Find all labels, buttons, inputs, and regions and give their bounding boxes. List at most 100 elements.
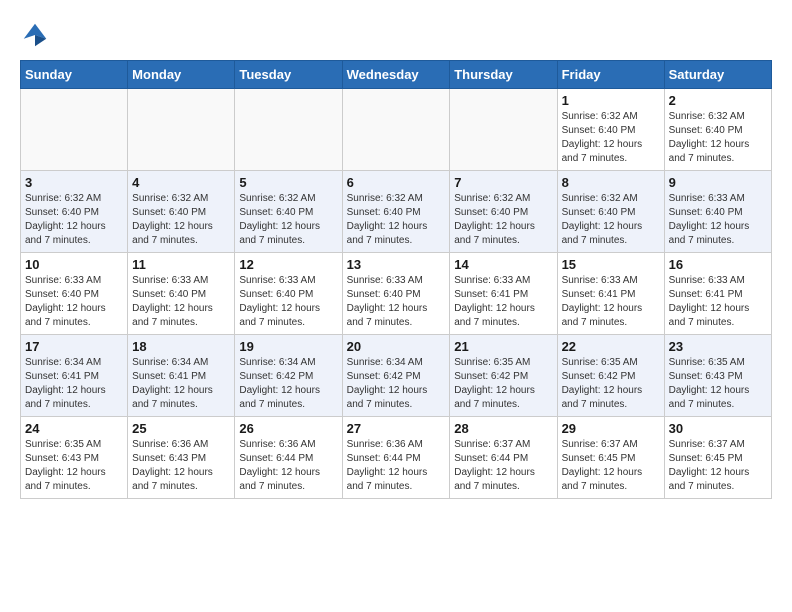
day-number: 13 [347, 257, 446, 272]
day-info: Sunrise: 6:32 AM Sunset: 6:40 PM Dayligh… [132, 192, 230, 248]
weekday-header-friday: Friday [557, 61, 664, 89]
day-info: Sunrise: 6:32 AM Sunset: 6:40 PM Dayligh… [562, 192, 660, 248]
calendar-cell [450, 89, 557, 171]
calendar-cell: 29 Sunrise: 6:37 AM Sunset: 6:45 PM Dayli… [557, 417, 664, 499]
day-number: 1 [562, 93, 660, 108]
day-info: Sunrise: 6:35 AM Sunset: 6:42 PM Dayligh… [454, 356, 552, 412]
day-number: 23 [669, 339, 767, 354]
day-info: Sunrise: 6:35 AM Sunset: 6:43 PM Dayligh… [669, 356, 767, 412]
calendar-cell: 10 Sunrise: 6:33 AM Sunset: 6:40 PM Dayli… [21, 253, 128, 335]
day-number: 10 [25, 257, 123, 272]
day-number: 16 [669, 257, 767, 272]
calendar-cell: 22 Sunrise: 6:35 AM Sunset: 6:42 PM Dayli… [557, 335, 664, 417]
calendar-cell: 11 Sunrise: 6:33 AM Sunset: 6:40 PM Dayli… [128, 253, 235, 335]
day-info: Sunrise: 6:32 AM Sunset: 6:40 PM Dayligh… [562, 110, 660, 166]
weekday-header-saturday: Saturday [664, 61, 771, 89]
day-info: Sunrise: 6:37 AM Sunset: 6:44 PM Dayligh… [454, 438, 552, 494]
calendar-table: SundayMondayTuesdayWednesdayThursdayFrid… [20, 60, 772, 499]
day-number: 14 [454, 257, 552, 272]
calendar-cell: 13Sunrise: 6:33 AM Sunset: 6:40 PM Dayli… [342, 253, 450, 335]
calendar-cell: 7 Sunrise: 6:32 AM Sunset: 6:40 PM Daylig… [450, 171, 557, 253]
day-info: Sunrise: 6:33 AM Sunset: 6:41 PM Dayligh… [669, 274, 767, 330]
day-number: 29 [562, 421, 660, 436]
calendar-cell: 1 Sunrise: 6:32 AM Sunset: 6:40 PM Daylig… [557, 89, 664, 171]
day-number: 3 [25, 175, 123, 190]
calendar-cell: 4 Sunrise: 6:32 AM Sunset: 6:40 PM Daylig… [128, 171, 235, 253]
calendar-cell: 26 Sunrise: 6:36 AM Sunset: 6:44 PM Dayli… [235, 417, 342, 499]
day-info: Sunrise: 6:34 AM Sunset: 6:41 PM Dayligh… [132, 356, 230, 412]
day-info: Sunrise: 6:36 AM Sunset: 6:43 PM Dayligh… [132, 438, 230, 494]
day-number: 4 [132, 175, 230, 190]
day-number: 17 [25, 339, 123, 354]
day-info: Sunrise: 6:37 AM Sunset: 6:45 PM Dayligh… [669, 438, 767, 494]
weekday-header-wednesday: Wednesday [342, 61, 450, 89]
day-info: Sunrise: 6:35 AM Sunset: 6:43 PM Dayligh… [25, 438, 123, 494]
day-number: 15 [562, 257, 660, 272]
calendar-cell: 9Sunrise: 6:33 AM Sunset: 6:40 PM Daylig… [664, 171, 771, 253]
weekday-header-tuesday: Tuesday [235, 61, 342, 89]
day-number: 5 [239, 175, 337, 190]
day-info: Sunrise: 6:33 AM Sunset: 6:40 PM Dayligh… [669, 192, 767, 248]
calendar-cell: 21 Sunrise: 6:35 AM Sunset: 6:42 PM Dayli… [450, 335, 557, 417]
calendar-cell: 15 Sunrise: 6:33 AM Sunset: 6:41 PM Dayli… [557, 253, 664, 335]
day-info: Sunrise: 6:34 AM Sunset: 6:41 PM Dayligh… [25, 356, 123, 412]
day-info: Sunrise: 6:36 AM Sunset: 6:44 PM Dayligh… [239, 438, 337, 494]
day-info: Sunrise: 6:34 AM Sunset: 6:42 PM Dayligh… [239, 356, 337, 412]
day-number: 21 [454, 339, 552, 354]
day-number: 8 [562, 175, 660, 190]
day-number: 6 [347, 175, 446, 190]
day-info: Sunrise: 6:33 AM Sunset: 6:40 PM Dayligh… [239, 274, 337, 330]
day-number: 26 [239, 421, 337, 436]
calendar-cell [342, 89, 450, 171]
day-number: 27 [347, 421, 446, 436]
calendar-cell: 8 Sunrise: 6:32 AM Sunset: 6:40 PM Daylig… [557, 171, 664, 253]
day-info: Sunrise: 6:33 AM Sunset: 6:41 PM Dayligh… [562, 274, 660, 330]
calendar-cell: 2 Sunrise: 6:32 AM Sunset: 6:40 PM Daylig… [664, 89, 771, 171]
calendar-cell: 12 Sunrise: 6:33 AM Sunset: 6:40 PM Dayli… [235, 253, 342, 335]
calendar-cell: 17 Sunrise: 6:34 AM Sunset: 6:41 PM Dayli… [21, 335, 128, 417]
day-info: Sunrise: 6:32 AM Sunset: 6:40 PM Dayligh… [239, 192, 337, 248]
day-number: 11 [132, 257, 230, 272]
day-number: 18 [132, 339, 230, 354]
calendar-cell: 3 Sunrise: 6:32 AM Sunset: 6:40 PM Daylig… [21, 171, 128, 253]
day-number: 7 [454, 175, 552, 190]
weekday-header-thursday: Thursday [450, 61, 557, 89]
day-number: 28 [454, 421, 552, 436]
calendar-cell: 24 Sunrise: 6:35 AM Sunset: 6:43 PM Dayli… [21, 417, 128, 499]
day-info: Sunrise: 6:32 AM Sunset: 6:40 PM Dayligh… [347, 192, 446, 248]
calendar-cell: 14 Sunrise: 6:33 AM Sunset: 6:41 PM Dayli… [450, 253, 557, 335]
calendar-cell: 16 Sunrise: 6:33 AM Sunset: 6:41 PM Dayli… [664, 253, 771, 335]
calendar-cell: 30 Sunrise: 6:37 AM Sunset: 6:45 PM Dayli… [664, 417, 771, 499]
calendar-cell: 25 Sunrise: 6:36 AM Sunset: 6:43 PM Dayli… [128, 417, 235, 499]
day-number: 22 [562, 339, 660, 354]
day-number: 2 [669, 93, 767, 108]
logo-icon [20, 20, 50, 50]
calendar-cell: 5 Sunrise: 6:32 AM Sunset: 6:40 PM Daylig… [235, 171, 342, 253]
calendar-cell: 18 Sunrise: 6:34 AM Sunset: 6:41 PM Dayli… [128, 335, 235, 417]
day-info: Sunrise: 6:32 AM Sunset: 6:40 PM Dayligh… [454, 192, 552, 248]
day-number: 30 [669, 421, 767, 436]
day-info: Sunrise: 6:35 AM Sunset: 6:42 PM Dayligh… [562, 356, 660, 412]
calendar-cell [235, 89, 342, 171]
day-info: Sunrise: 6:33 AM Sunset: 6:41 PM Dayligh… [454, 274, 552, 330]
weekday-header-sunday: Sunday [21, 61, 128, 89]
calendar-cell: 19 Sunrise: 6:34 AM Sunset: 6:42 PM Dayli… [235, 335, 342, 417]
day-info: Sunrise: 6:32 AM Sunset: 6:40 PM Dayligh… [669, 110, 767, 166]
day-info: Sunrise: 6:33 AM Sunset: 6:40 PM Dayligh… [25, 274, 123, 330]
logo [20, 20, 54, 50]
page-header [20, 20, 772, 50]
day-info: Sunrise: 6:32 AM Sunset: 6:40 PM Dayligh… [25, 192, 123, 248]
day-number: 20 [347, 339, 446, 354]
day-info: Sunrise: 6:37 AM Sunset: 6:45 PM Dayligh… [562, 438, 660, 494]
day-number: 19 [239, 339, 337, 354]
weekday-header-monday: Monday [128, 61, 235, 89]
calendar-cell: 6 Sunrise: 6:32 AM Sunset: 6:40 PM Daylig… [342, 171, 450, 253]
calendar-cell: 20 Sunrise: 6:34 AM Sunset: 6:42 PM Dayli… [342, 335, 450, 417]
day-info: Sunrise: 6:34 AM Sunset: 6:42 PM Dayligh… [347, 356, 446, 412]
calendar-cell [128, 89, 235, 171]
day-number: 24 [25, 421, 123, 436]
day-number: 25 [132, 421, 230, 436]
day-number: 12 [239, 257, 337, 272]
day-info: Sunrise: 6:33 AM Sunset: 6:40 PM Dayligh… [132, 274, 230, 330]
calendar-cell: 27Sunrise: 6:36 AM Sunset: 6:44 PM Dayli… [342, 417, 450, 499]
